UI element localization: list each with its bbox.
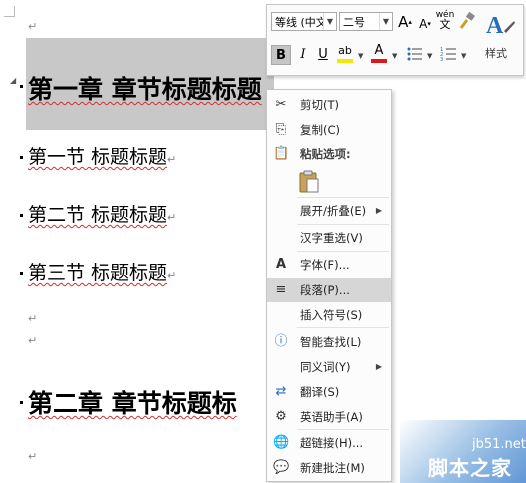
font-icon: A: [275, 257, 287, 272]
watermark-site: jb51.net: [472, 437, 526, 452]
watermark-brand: 脚本之家: [428, 456, 512, 480]
font-color-button[interactable]: A: [369, 43, 389, 63]
grow-font-button[interactable]: A▴: [395, 12, 415, 32]
menu-item-synonyms[interactable]: 同义词(Y) ▶: [267, 355, 391, 379]
paste-options-header: 📋 粘贴选项:: [273, 146, 351, 161]
numbering-icon[interactable]: 123: [439, 45, 459, 65]
menu-item-font[interactable]: A 字体(F)...: [267, 253, 391, 277]
section-heading-2[interactable]: 第二节 标题标题↵: [28, 200, 176, 227]
paragraph-mark: ↵: [28, 334, 38, 347]
menu-item-smart-lookup[interactable]: ⓘ 智能查找(L): [267, 330, 391, 354]
mini-toolbar: 等线 (中文 ▼ 二号 ▼ A▴ A▾ wén 文 A 样式 B I U ab …: [266, 4, 524, 76]
font-size-select[interactable]: 二号 ▼: [339, 12, 393, 31]
chevron-down-icon: ▼: [379, 13, 392, 30]
phonetic-guide-button[interactable]: wén 文: [435, 10, 455, 30]
menu-separator: [297, 197, 389, 198]
copy-icon: ⎘: [275, 122, 287, 137]
heading-bullet: [20, 272, 23, 275]
paragraph-mark: ↵: [28, 20, 38, 33]
hyperlink-icon: 🌐: [273, 435, 290, 450]
paste-icon: [299, 170, 319, 193]
menu-item-paragraph[interactable]: ≡ 段落(P)...: [267, 278, 391, 302]
scissors-icon: ✂: [275, 97, 287, 112]
heading-bullet: [20, 156, 23, 159]
chevron-down-icon: ▼: [323, 13, 336, 30]
chapter-heading-1[interactable]: 第一章 章节标题标题: [28, 70, 262, 106]
menu-item-insert-symbol[interactable]: 插入符号(S): [267, 303, 391, 327]
styles-label: 样式: [485, 47, 507, 60]
menu-item-copy[interactable]: ⎘ 复制(C): [267, 118, 391, 142]
format-painter-icon[interactable]: [457, 11, 477, 32]
highlight-color-bar: [337, 59, 353, 63]
chevron-down-icon[interactable]: ▼: [427, 52, 432, 60]
menu-item-new-comment[interactable]: 💬 新建批注(M): [267, 456, 391, 480]
menu-separator: [297, 251, 389, 252]
italic-button[interactable]: I: [293, 45, 313, 65]
underline-button[interactable]: U: [313, 45, 333, 65]
section-heading-3[interactable]: 第三节 标题标题↵: [28, 258, 176, 285]
styles-gallery-button[interactable]: A: [484, 9, 516, 43]
assistant-icon: ⚙: [275, 409, 287, 424]
translate-icon: ⇄: [275, 384, 287, 399]
info-search-icon: ⓘ: [274, 334, 288, 349]
paragraph-mark: ↵: [28, 312, 38, 325]
menu-item-english-assistant[interactable]: ⚙ 英语助手(A): [267, 405, 391, 429]
bold-button[interactable]: B: [271, 45, 291, 65]
heading-bullet: [20, 214, 23, 217]
collapse-triangle-icon[interactable]: ◢: [10, 76, 16, 85]
heading-bullet: [20, 85, 23, 88]
menu-item-translate[interactable]: ⇄ 翻译(S): [267, 380, 391, 404]
submenu-arrow-icon: ▶: [375, 362, 382, 371]
shrink-font-button[interactable]: A▾: [415, 14, 435, 34]
page-corner-marker: [4, 6, 15, 17]
bullets-icon[interactable]: [405, 45, 425, 65]
svg-text:A: A: [486, 13, 504, 39]
section-heading-1[interactable]: 第一节 标题标题↵: [28, 142, 176, 169]
chapter-heading-2[interactable]: 第二章 章节标题标: [28, 384, 237, 420]
styles-icon: A: [486, 13, 515, 39]
font-name-select[interactable]: 等线 (中文 ▼: [271, 12, 337, 31]
svg-text:3: 3: [440, 57, 443, 63]
heading-bullet: [20, 401, 23, 404]
chevron-down-icon[interactable]: ▼: [461, 52, 466, 60]
menu-separator: [297, 224, 389, 225]
menu-item-hyperlink[interactable]: 🌐 超链接(H)...: [267, 431, 391, 455]
menu-item-expand-collapse[interactable]: 展开/折叠(E) ▶: [267, 199, 391, 223]
menu-separator: [297, 327, 389, 328]
highlight-button[interactable]: ab: [335, 43, 355, 63]
paragraph-icon: ≡: [275, 282, 287, 297]
font-color-bar: [371, 59, 387, 63]
submenu-arrow-icon: ▶: [375, 206, 382, 215]
menu-item-cut[interactable]: ✂ 剪切(T): [267, 93, 391, 117]
context-menu: ✂ 剪切(T) ⎘ 复制(C) 📋 粘贴选项: 展开/折叠(E) ▶ 汉字重选(…: [266, 89, 392, 482]
menu-separator: [297, 429, 389, 430]
paste-keep-source-button[interactable]: [298, 170, 320, 194]
clipboard-icon: 📋: [273, 146, 290, 161]
menu-item-reconvert[interactable]: 汉字重选(V): [267, 226, 391, 250]
chevron-down-icon[interactable]: ▼: [358, 52, 363, 60]
comment-icon: 💬: [273, 460, 290, 475]
paragraph-mark: ↵: [28, 450, 38, 463]
chevron-down-icon[interactable]: ▼: [392, 52, 397, 60]
